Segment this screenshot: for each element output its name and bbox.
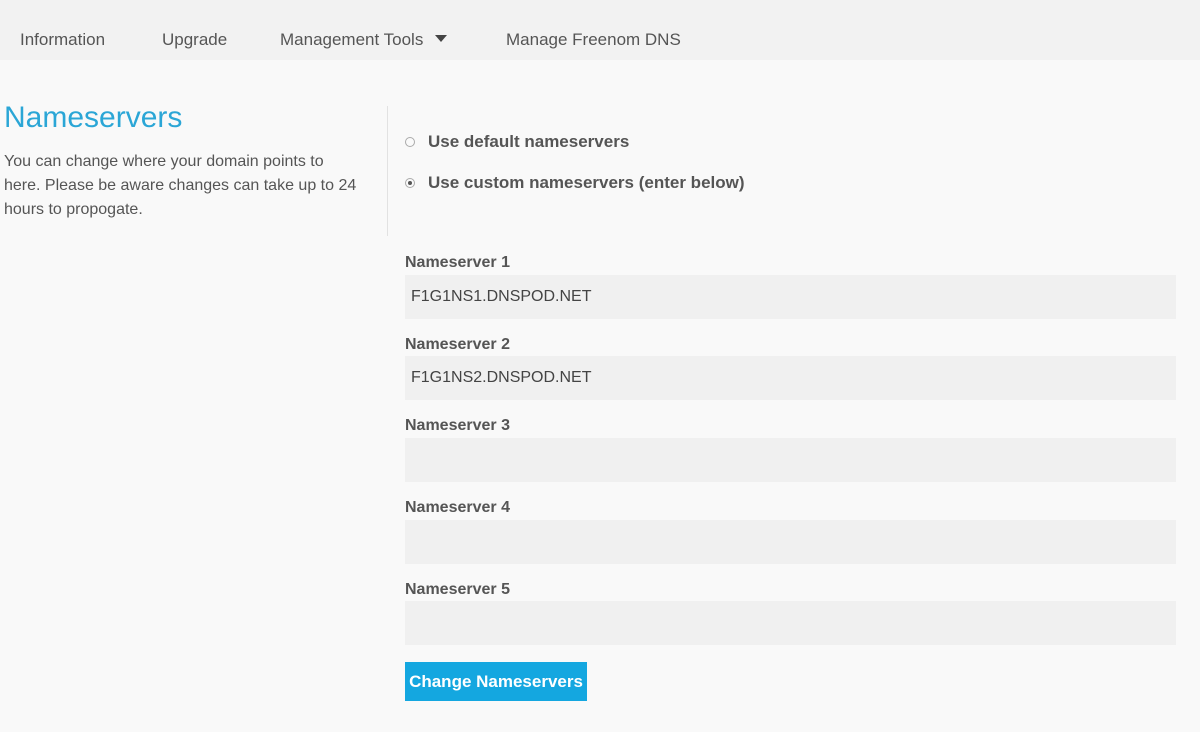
nav-item-management-tools-label: Management Tools (280, 30, 424, 49)
column-divider (387, 106, 388, 236)
default-nameservers-radio[interactable] (405, 137, 415, 147)
custom-nameservers-option[interactable]: Use custom nameservers (enter below) (405, 172, 745, 194)
change-nameservers-button[interactable]: Change Nameservers (405, 662, 587, 701)
nameserver-5-input[interactable] (405, 601, 1176, 645)
nameserver-5-label: Nameserver 5 (405, 581, 510, 598)
default-nameservers-option[interactable]: Use default nameservers (405, 131, 629, 153)
nameserver-3-input[interactable] (405, 438, 1176, 482)
page-description: You can change where your domain points … (4, 153, 357, 218)
nav-item-upgrade[interactable]: Upgrade (162, 29, 227, 51)
top-nav: Information Upgrade Management Tools Man… (0, 0, 1200, 60)
caret-down-icon (435, 35, 448, 42)
default-nameservers-label: Use default nameservers (428, 132, 630, 151)
page-title: Nameservers (4, 101, 183, 134)
custom-nameservers-radio[interactable] (405, 178, 415, 188)
nameserver-1-label: Nameserver 1 (405, 254, 510, 271)
nav-item-manage-freenom-dns[interactable]: Manage Freenom DNS (506, 29, 681, 51)
nav-item-information[interactable]: Information (20, 29, 105, 51)
nameserver-4-input[interactable] (405, 520, 1176, 564)
nav-item-management-tools[interactable]: Management Tools (280, 29, 448, 51)
custom-nameservers-label: Use custom nameservers (enter below) (428, 173, 745, 192)
nameserver-2-input[interactable] (405, 356, 1176, 400)
nameserver-2-label: Nameserver 2 (405, 336, 510, 353)
nameserver-4-label: Nameserver 4 (405, 499, 510, 516)
nameserver-1-input[interactable] (405, 275, 1176, 319)
nameserver-3-label: Nameserver 3 (405, 417, 510, 434)
